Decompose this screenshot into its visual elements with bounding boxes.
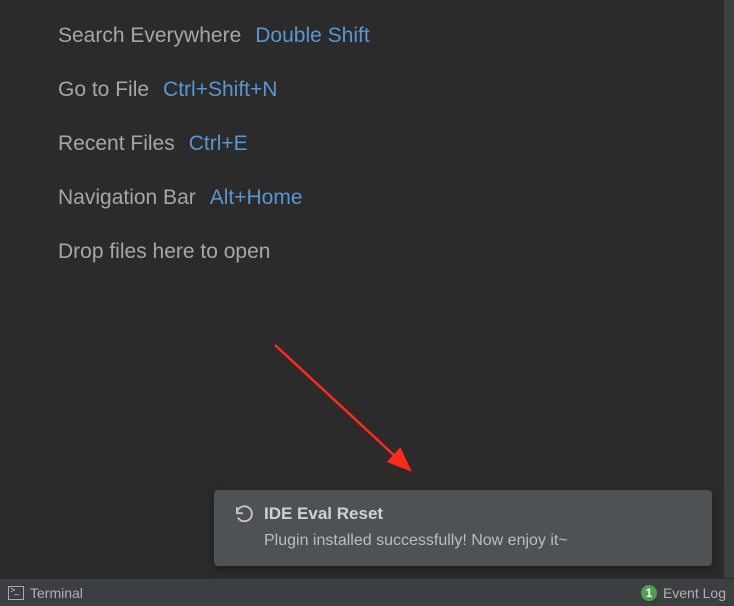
hint-go-to-file[interactable]: Go to File Ctrl+Shift+N — [58, 78, 724, 102]
drop-files-hint: Drop files here to open — [58, 240, 724, 264]
notification-body: Plugin installed successfully! Now enjoy… — [234, 532, 694, 550]
notification-toast[interactable]: IDE Eval Reset Plugin installed successf… — [214, 490, 712, 566]
undo-icon — [234, 504, 254, 524]
status-bar: Terminal 1 Event Log — [0, 578, 734, 606]
hint-navigation-bar[interactable]: Navigation Bar Alt+Home — [58, 186, 724, 210]
terminal-label: Terminal — [30, 585, 83, 601]
hint-label: Search Everywhere — [58, 24, 241, 48]
terminal-icon — [8, 586, 24, 600]
hint-label: Recent Files — [58, 132, 175, 156]
status-event-log-button[interactable]: 1 Event Log — [641, 585, 726, 601]
event-log-label: Event Log — [663, 585, 726, 601]
hint-recent-files[interactable]: Recent Files Ctrl+E — [58, 132, 724, 156]
notification-header: IDE Eval Reset — [234, 504, 694, 524]
hint-search-everywhere[interactable]: Search Everywhere Double Shift — [58, 24, 724, 48]
hint-shortcut: Alt+Home — [210, 186, 303, 210]
hint-label: Go to File — [58, 78, 149, 102]
notification-title: IDE Eval Reset — [264, 504, 383, 524]
hint-label: Navigation Bar — [58, 186, 196, 210]
hint-shortcut: Ctrl+Shift+N — [163, 78, 277, 102]
event-count-badge: 1 — [641, 585, 657, 601]
hint-shortcut: Double Shift — [255, 24, 369, 48]
hint-shortcut: Ctrl+E — [189, 132, 248, 156]
right-gutter — [724, 0, 734, 578]
status-terminal-button[interactable]: Terminal — [8, 585, 83, 601]
